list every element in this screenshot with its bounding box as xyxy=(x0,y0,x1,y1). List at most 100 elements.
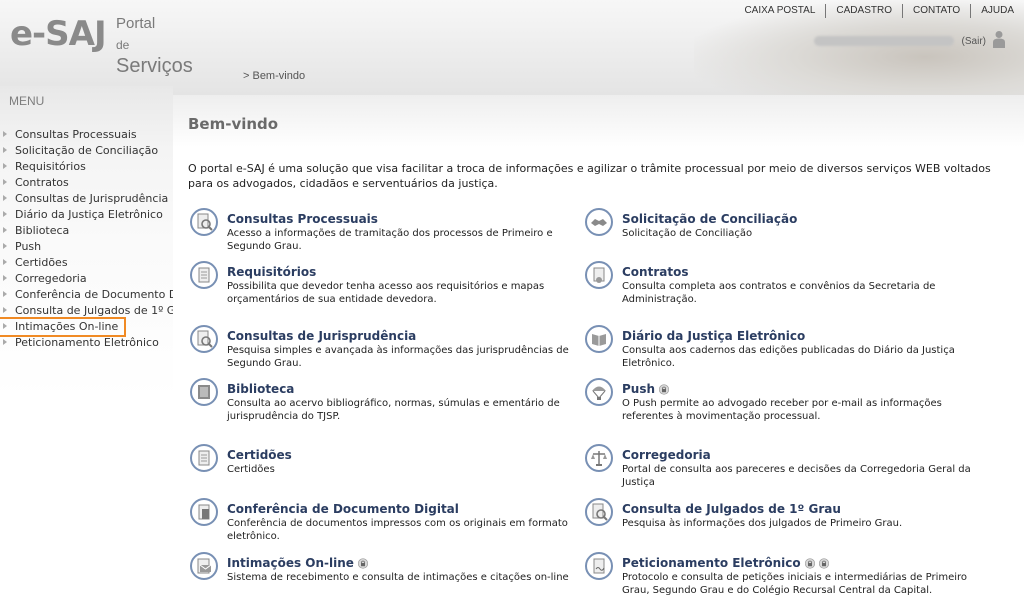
arrow-right-icon xyxy=(3,307,7,313)
logo-portal-text: Portal xyxy=(116,15,156,32)
service-link[interactable]: Consulta de Julgados de 1º Grau xyxy=(622,502,841,517)
service-text: Solicitação de Conciliação Solicitação de… xyxy=(622,208,982,240)
sidebar-item-label: Corregedoria xyxy=(15,272,87,285)
arrow-right-icon xyxy=(3,243,7,249)
service-link[interactable]: Conferência de Documento Digital xyxy=(227,502,459,517)
sidebar-menu: MENU Consultas Processuais Solicitação de… xyxy=(0,86,205,609)
title-bar xyxy=(173,95,1024,147)
parachute-icon[interactable] xyxy=(585,378,613,406)
sidebar-item-label: Certidões xyxy=(15,256,68,269)
service-link[interactable]: Corregedoria xyxy=(622,448,711,463)
logout-link[interactable]: (Sair) xyxy=(962,36,986,47)
service-link[interactable]: Consultas de Jurisprudência xyxy=(227,329,416,344)
service-text: Peticionamento Eletrônico Protocolo e con… xyxy=(622,552,982,597)
top-navigation: CAIXA POSTAL CADASTRO CONTATO AJUDA xyxy=(734,4,1014,18)
user-icon xyxy=(993,31,1005,48)
service-description: Consulta ao acervo bibliográfico, normas… xyxy=(227,398,560,422)
sidebar-item-label: Biblioteca xyxy=(15,224,70,237)
top-nav-ajuda[interactable]: AJUDA xyxy=(971,4,1014,18)
service-description: Conferência de documentos impressos com … xyxy=(227,518,568,542)
arrow-right-icon xyxy=(3,323,7,329)
intro-text: O portal e-SAJ é uma solução que visa fa… xyxy=(188,162,991,190)
top-nav-caixa-postal[interactable]: CAIXA POSTAL xyxy=(734,4,827,18)
service-title[interactable]: Solicitação de Conciliação xyxy=(622,212,797,227)
menu-title: MENU xyxy=(9,94,45,108)
logo-servicos-text: de Serviços xyxy=(116,32,210,78)
header: e-SAJ Portal de Serviços CAIXA POSTAL CA… xyxy=(0,0,1024,95)
main-content: Bem-vindo O portal e-SAJ é uma solução q… xyxy=(173,95,1024,609)
certificate-icon[interactable] xyxy=(190,444,218,472)
service-title[interactable]: Intimações On-line xyxy=(227,556,354,571)
sidebar-item-intimacoes-on-line[interactable]: Intimações On-line xyxy=(0,317,126,337)
arrow-right-icon xyxy=(3,259,7,265)
arrow-right-icon xyxy=(3,339,7,345)
contract-icon[interactable] xyxy=(585,261,613,289)
esaj-logo[interactable]: e-SAJ Portal de Serviços xyxy=(10,12,210,77)
lock-icon xyxy=(357,558,369,569)
sidebar-item-label: Diário da Justiça Eletrônico xyxy=(15,208,163,221)
sidebar-item-label: Push xyxy=(15,240,42,253)
sidebar-item-label: Contratos xyxy=(15,176,69,189)
sidebar-item-label: Consultas de Jurisprudência xyxy=(15,192,169,205)
service-text: Consultas de Jurisprudência Pesquisa simp… xyxy=(227,325,587,370)
envelope-icon[interactable] xyxy=(190,552,218,580)
service-link[interactable]: Diário da Justiça Eletrônico xyxy=(622,329,805,344)
magnifier-document-icon[interactable] xyxy=(585,498,613,526)
digital-document-icon[interactable] xyxy=(190,498,218,526)
service-description: Solicitação de Conciliação xyxy=(622,228,753,239)
arrow-right-icon xyxy=(3,211,7,217)
service-description: Consulta aos cadernos das edições public… xyxy=(622,345,955,369)
service-link[interactable]: Consultas Processuais xyxy=(227,212,378,227)
service-description: Possibilita que devedor tenha acesso aos… xyxy=(227,281,545,305)
service-text: Certidões Certidões xyxy=(227,444,587,476)
service-text: Conferência de Documento Digital Conferên… xyxy=(227,498,587,543)
service-link[interactable]: Requisitórios xyxy=(227,265,316,280)
service-link[interactable]: Intimações On-line xyxy=(227,556,369,571)
service-link[interactable]: Peticionamento Eletrônico xyxy=(622,556,829,571)
user-name-blurred xyxy=(814,36,954,46)
logo-servicos-word: Serviços xyxy=(116,55,193,77)
service-title[interactable]: Consulta de Julgados de 1º Grau xyxy=(622,502,841,517)
sidebar-item-label: Consulta de Julgados de 1º Grau xyxy=(15,304,194,317)
service-description: Protocolo e consulta de petições iniciai… xyxy=(622,572,968,596)
sidebar-item-label: Peticionamento Eletrônico xyxy=(15,336,159,349)
scales-icon[interactable] xyxy=(585,444,613,472)
service-text: Biblioteca Consulta ao acervo bibliográfi… xyxy=(227,378,587,423)
magnifier-document-icon[interactable] xyxy=(190,325,218,353)
service-title[interactable]: Biblioteca xyxy=(227,382,294,397)
document-icon[interactable] xyxy=(190,261,218,289)
service-link[interactable]: Certidões xyxy=(227,448,292,463)
book-icon[interactable] xyxy=(190,378,218,406)
top-nav-cadastro[interactable]: CADASTRO xyxy=(826,4,903,18)
service-description: Pesquisa simples e avançada às informaçõ… xyxy=(227,345,569,369)
service-text: Contratos Consulta completa aos contratos… xyxy=(622,261,982,306)
service-link[interactable]: Contratos xyxy=(622,265,688,280)
top-nav-contato[interactable]: CONTATO xyxy=(903,4,972,18)
service-title[interactable]: Consultas Processuais xyxy=(227,212,378,227)
service-title[interactable]: Push xyxy=(622,382,655,397)
arrow-right-icon xyxy=(3,179,7,185)
service-title[interactable]: Diário da Justiça Eletrônico xyxy=(622,329,805,344)
magnifier-document-icon[interactable] xyxy=(190,208,218,236)
page-title: Bem-vindo xyxy=(188,115,279,133)
handshake-icon[interactable] xyxy=(585,208,613,236)
service-link[interactable]: Biblioteca xyxy=(227,382,294,397)
sidebar-item-label: Intimações On-line xyxy=(15,320,119,333)
lock-icon xyxy=(804,558,815,569)
arrow-right-icon xyxy=(3,163,7,169)
service-title[interactable]: Contratos xyxy=(622,265,688,280)
service-text: Push O Push permite ao advogado receber p… xyxy=(622,378,982,423)
service-title[interactable]: Corregedoria xyxy=(622,448,711,463)
signature-document-icon[interactable] xyxy=(585,552,613,580)
service-link[interactable]: Push xyxy=(622,382,670,397)
open-book-icon[interactable] xyxy=(585,325,613,353)
service-title[interactable]: Requisitórios xyxy=(227,265,316,280)
service-title[interactable]: Certidões xyxy=(227,448,292,463)
service-description: Consulta completa aos contratos e convên… xyxy=(622,281,936,305)
service-title[interactable]: Consultas de Jurisprudência xyxy=(227,329,416,344)
service-title[interactable]: Conferência de Documento Digital xyxy=(227,502,459,517)
service-description: Portal de consulta aos pareceres e decis… xyxy=(622,464,971,488)
logo-esaj-text: e-SAJ xyxy=(10,14,107,54)
service-link[interactable]: Solicitação de Conciliação xyxy=(622,212,797,227)
service-title[interactable]: Peticionamento Eletrônico xyxy=(622,556,801,571)
